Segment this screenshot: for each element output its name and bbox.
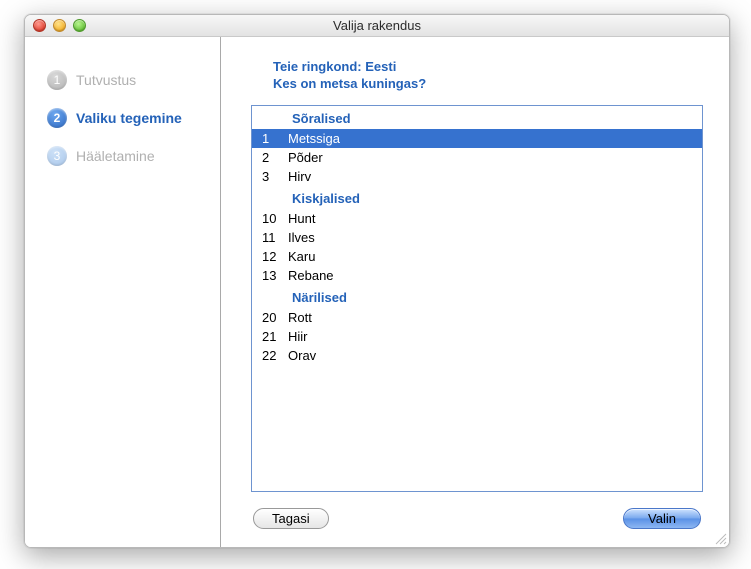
- button-bar: Tagasi Valin: [251, 508, 703, 529]
- item-label: Rebane: [288, 268, 334, 283]
- region-line: Teie ringkond: Eesti: [273, 59, 703, 74]
- app-window: Valija rakendus 1 Tutvustus 2 Valiku tegemi…: [24, 14, 730, 548]
- step-2[interactable]: 2 Valiku tegemine: [25, 99, 220, 137]
- window-body: 1 Tutvustus 2 Valiku tegemine 3 Hääletamine T…: [25, 37, 729, 547]
- region-label: Teie ringkond:: [273, 59, 362, 74]
- group-header: Kiskjalised: [252, 186, 702, 209]
- main-panel: Teie ringkond: Eesti Kes on metsa kuning…: [221, 37, 729, 547]
- item-number: 2: [262, 150, 288, 165]
- close-icon[interactable]: [33, 19, 46, 32]
- item-number: 22: [262, 348, 288, 363]
- item-label: Ilves: [288, 230, 315, 245]
- item-number: 1: [262, 131, 288, 146]
- step-label: Valiku tegemine: [76, 110, 182, 126]
- item-number: 12: [262, 249, 288, 264]
- list-item[interactable]: 1Metssiga: [252, 129, 702, 148]
- step-3[interactable]: 3 Hääletamine: [25, 137, 220, 175]
- item-label: Rott: [288, 310, 312, 325]
- item-number: 13: [262, 268, 288, 283]
- list-item[interactable]: 21Hiir: [252, 327, 702, 346]
- minimize-icon[interactable]: [53, 19, 66, 32]
- item-number: 10: [262, 211, 288, 226]
- list-item[interactable]: 11Ilves: [252, 228, 702, 247]
- select-button[interactable]: Valin: [623, 508, 701, 529]
- list-item[interactable]: 12Karu: [252, 247, 702, 266]
- group-header: Sõralised: [252, 106, 702, 129]
- titlebar: Valija rakendus: [25, 15, 729, 37]
- step-1[interactable]: 1 Tutvustus: [25, 61, 220, 99]
- item-number: 11: [262, 230, 288, 245]
- zoom-icon[interactable]: [73, 19, 86, 32]
- window-title: Valija rakendus: [25, 18, 729, 33]
- region-value: Eesti: [365, 59, 396, 74]
- group-header: Närilised: [252, 285, 702, 308]
- list-item[interactable]: 2Põder: [252, 148, 702, 167]
- list-item[interactable]: 13Rebane: [252, 266, 702, 285]
- step-badge: 3: [47, 146, 67, 166]
- item-number: 21: [262, 329, 288, 344]
- back-button[interactable]: Tagasi: [253, 508, 329, 529]
- item-label: Karu: [288, 249, 315, 264]
- list-item[interactable]: 20Rott: [252, 308, 702, 327]
- resize-handle-icon[interactable]: [713, 531, 727, 545]
- item-number: 3: [262, 169, 288, 184]
- item-label: Metssiga: [288, 131, 340, 146]
- item-label: Hiir: [288, 329, 308, 344]
- list-item[interactable]: 10Hunt: [252, 209, 702, 228]
- item-label: Orav: [288, 348, 316, 363]
- item-label: Hunt: [288, 211, 315, 226]
- step-badge: 2: [47, 108, 67, 128]
- step-badge: 1: [47, 70, 67, 90]
- candidate-listbox[interactable]: Sõralised1Metssiga2Põder3HirvKiskjalised…: [251, 105, 703, 492]
- sidebar: 1 Tutvustus 2 Valiku tegemine 3 Hääletamine: [25, 37, 221, 547]
- step-label: Tutvustus: [76, 72, 136, 88]
- window-controls: [25, 19, 86, 32]
- item-label: Hirv: [288, 169, 311, 184]
- list-item[interactable]: 22Orav: [252, 346, 702, 365]
- item-number: 20: [262, 310, 288, 325]
- item-label: Põder: [288, 150, 323, 165]
- question-text: Kes on metsa kuningas?: [273, 76, 703, 91]
- list-item[interactable]: 3Hirv: [252, 167, 702, 186]
- step-label: Hääletamine: [76, 148, 155, 164]
